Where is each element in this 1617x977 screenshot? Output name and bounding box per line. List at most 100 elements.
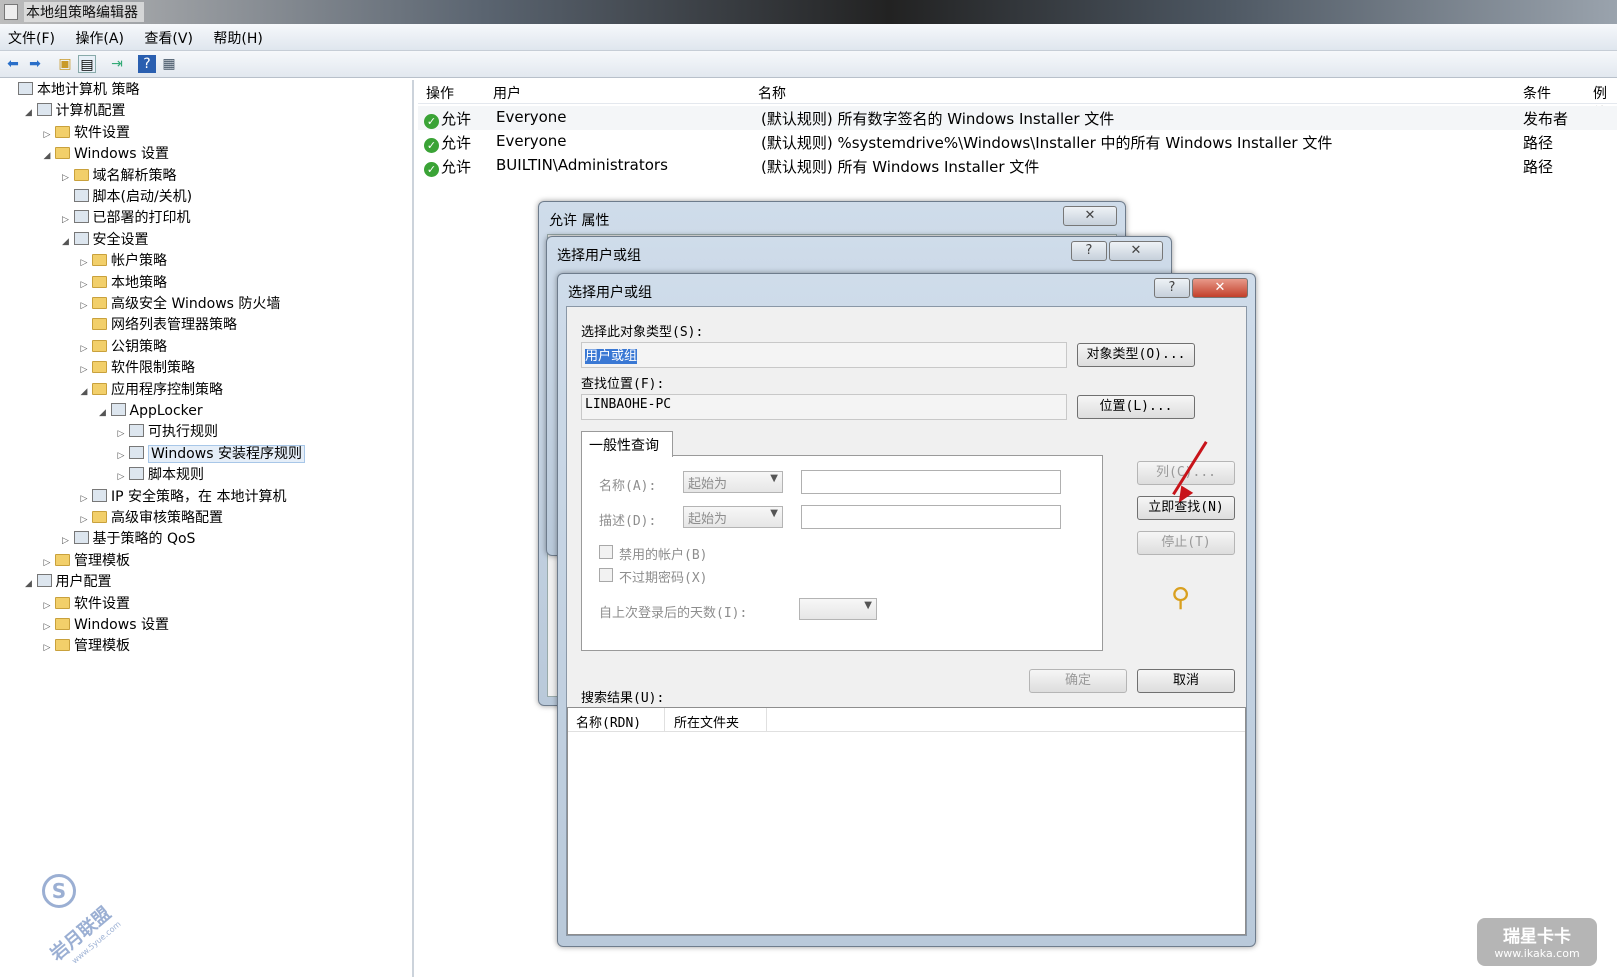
menu-view[interactable]: 查看(V) xyxy=(136,24,201,48)
tree-item[interactable]: 网络列表管理器策略 xyxy=(78,315,237,336)
col-rdn-name[interactable]: 名称(RDN) xyxy=(576,712,641,731)
folder-icon xyxy=(92,511,107,523)
help-icon[interactable]: ? xyxy=(1154,278,1190,298)
tab-general-query[interactable]: 一般性查询 xyxy=(581,431,673,457)
tree-item[interactable]: ▷ 脚本规则 xyxy=(115,465,204,486)
tree-item[interactable]: ▷ Windows 设置 xyxy=(41,615,169,636)
expand-arrow-icon[interactable]: ▷ xyxy=(78,296,90,317)
collapse-arrow-icon[interactable]: ◢ xyxy=(41,146,53,167)
back-icon[interactable]: ⬅ xyxy=(4,55,22,73)
show-tree-icon[interactable]: ▤ xyxy=(78,55,96,73)
tree-item[interactable]: ▷ 已部署的打印机 xyxy=(60,208,191,229)
tree-item[interactable]: ▷ 软件限制策略 xyxy=(78,358,195,379)
tree-item[interactable]: ▷ 域名解析策略 xyxy=(60,166,176,189)
expand-arrow-icon[interactable]: ▷ xyxy=(41,125,53,146)
description-label: 描述(D): xyxy=(599,514,657,529)
expand-arrow-icon[interactable]: ▷ xyxy=(60,210,72,231)
col-condition[interactable]: 条件 xyxy=(1523,83,1551,103)
name-label: 名称(A): xyxy=(599,479,657,494)
tree-item[interactable]: ▷ 管理模板 xyxy=(41,551,130,572)
tree-item[interactable]: ▷ 软件设置 xyxy=(41,594,130,615)
stop-button[interactable]: 停止(T) xyxy=(1137,531,1235,555)
tree-item[interactable]: 脚本(启动/关机) xyxy=(60,187,192,208)
location-field[interactable]: LINBAOHE-PC xyxy=(581,394,1067,420)
expand-arrow-icon[interactable]: ▷ xyxy=(41,553,53,574)
expand-arrow-icon[interactable]: ▷ xyxy=(78,253,90,274)
description-match-combo[interactable]: 起始为 ▼ xyxy=(683,506,783,528)
expand-arrow-icon[interactable]: ▷ xyxy=(78,339,90,360)
description-input[interactable] xyxy=(801,505,1061,529)
expand-arrow-icon[interactable]: ▷ xyxy=(115,467,127,488)
cancel-button[interactable]: 取消 xyxy=(1137,669,1235,693)
name-input[interactable] xyxy=(801,470,1061,494)
menu-file[interactable]: 文件(F) xyxy=(0,24,63,48)
tree-item[interactable]: ▷ 公钥策略 xyxy=(78,337,167,358)
console-tree[interactable]: 本地计算机 策略 ◢ 计算机配置 ▷ 软件设置 ◢ Windows 设置 ▷ 域名解析策略 脚本(… xyxy=(0,80,414,977)
tree-item[interactable]: ◢ 计算机配置 xyxy=(23,101,126,122)
menu-help[interactable]: 帮助(H) xyxy=(205,24,270,48)
tree-item[interactable]: ▷ 帐户策略 xyxy=(78,251,167,272)
days-since-logon-combo[interactable]: ▼ xyxy=(799,598,877,620)
collapse-arrow-icon[interactable]: ◢ xyxy=(23,574,35,595)
ok-button[interactable]: 确定 xyxy=(1029,669,1127,693)
table-row[interactable]: ✓ 允许 BUILTIN\Administrators (默认规则) 所有 Win… xyxy=(418,154,1617,178)
tree-item[interactable]: ▷ 软件设置 xyxy=(41,123,130,144)
disabled-accounts-checkbox[interactable] xyxy=(599,545,613,559)
tree-item[interactable]: ◢ 应用程序控制策略 xyxy=(78,380,223,401)
expand-arrow-icon[interactable]: ▷ xyxy=(78,489,90,510)
col-folder[interactable]: 所在文件夹 xyxy=(674,712,739,731)
tree-item[interactable]: ◢ Windows 设置 xyxy=(41,144,169,165)
help-icon[interactable]: ? xyxy=(138,55,156,73)
tree-item[interactable]: ▷ 高级安全 Windows 防火墙 xyxy=(78,294,281,317)
expand-arrow-icon[interactable]: ▷ xyxy=(41,617,53,638)
tree-item[interactable]: ▷ 基于策略的 QoS xyxy=(60,529,195,552)
user-icon xyxy=(36,574,52,588)
collapse-arrow-icon[interactable]: ◢ xyxy=(97,403,109,424)
col-name[interactable]: 名称 xyxy=(758,83,786,103)
tree-item[interactable]: ▷ Windows 安装程序规则 xyxy=(115,444,305,465)
object-types-button[interactable]: 对象类型(O)... xyxy=(1077,343,1195,367)
non-expiring-password-checkbox[interactable] xyxy=(599,568,613,582)
tree-item[interactable]: ◢ 安全设置 xyxy=(60,230,149,251)
col-action[interactable]: 操作 xyxy=(426,83,454,103)
tree-item[interactable]: ▷ 管理模板 xyxy=(41,636,130,657)
properties-icon[interactable]: ▦ xyxy=(160,55,178,73)
close-icon[interactable]: ✕ xyxy=(1192,278,1248,298)
tree-item[interactable]: ▷ 本地策略 xyxy=(78,273,167,294)
expand-arrow-icon[interactable]: ▷ xyxy=(78,510,90,531)
expand-arrow-icon[interactable]: ▷ xyxy=(78,360,90,381)
expand-arrow-icon[interactable]: ▷ xyxy=(115,446,127,467)
tree-item[interactable]: ◢ AppLocker xyxy=(97,401,203,422)
expand-arrow-icon[interactable]: ▷ xyxy=(41,638,53,659)
allow-check-icon: ✓ xyxy=(424,138,439,153)
expand-arrow-icon[interactable]: ▷ xyxy=(78,275,90,296)
tree-item[interactable]: ◢ 用户配置 xyxy=(23,572,112,593)
tree-item[interactable]: ▷ IP 安全策略，在 本地计算机 xyxy=(78,487,286,508)
object-type-field[interactable]: 用户或组 xyxy=(581,342,1067,368)
tree-item-label: 可执行规则 xyxy=(148,424,218,441)
expand-arrow-icon[interactable]: ▷ xyxy=(41,596,53,617)
locations-button[interactable]: 位置(L)... xyxy=(1077,395,1195,419)
search-results-list[interactable]: 名称(RDN) 所在文件夹 xyxy=(567,707,1246,935)
col-user[interactable]: 用户 xyxy=(493,83,521,103)
expand-arrow-icon[interactable]: ▷ xyxy=(60,168,72,189)
collapse-arrow-icon[interactable]: ◢ xyxy=(60,232,72,253)
close-icon[interactable]: ✕ xyxy=(1063,206,1117,226)
tree-item[interactable]: 本地计算机 策略 xyxy=(4,80,139,101)
collapse-arrow-icon[interactable]: ◢ xyxy=(23,103,35,124)
export-icon[interactable]: ⇥ xyxy=(108,55,126,73)
close-icon[interactable]: ✕ xyxy=(1109,241,1163,261)
forward-icon[interactable]: ➡ xyxy=(26,55,44,73)
name-match-combo[interactable]: 起始为 ▼ xyxy=(683,471,783,493)
collapse-arrow-icon[interactable]: ◢ xyxy=(78,382,90,403)
rule-icon xyxy=(129,467,144,481)
menu-action[interactable]: 操作(A) xyxy=(67,24,132,48)
help-icon[interactable]: ? xyxy=(1071,241,1107,261)
table-row[interactable]: ✓ 允许 Everyone (默认规则) %systemdrive%\Window… xyxy=(418,130,1617,154)
table-row[interactable]: ✓ 允许 Everyone (默认规则) 所有数字签名的 Windows Inst… xyxy=(418,106,1617,130)
tree-item[interactable]: ▷ 可执行规则 xyxy=(115,422,218,443)
tree-item[interactable]: ▷ 高级审核策略配置 xyxy=(78,508,223,529)
expand-arrow-icon[interactable]: ▷ xyxy=(115,424,127,445)
expand-arrow-icon[interactable]: ▷ xyxy=(60,531,72,552)
up-folder-icon[interactable]: ▣ xyxy=(56,55,74,73)
